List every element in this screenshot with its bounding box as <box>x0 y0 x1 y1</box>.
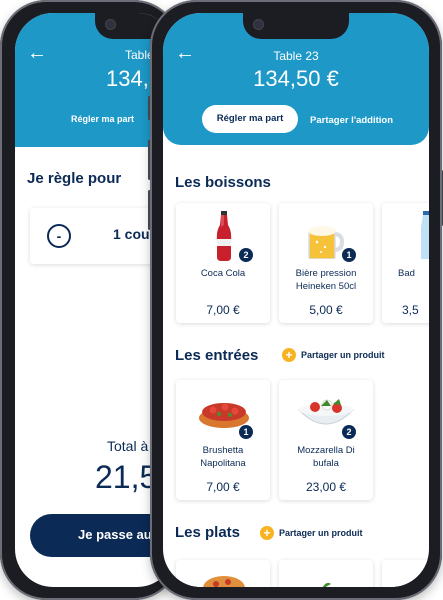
product-card-plat-2[interactable] <box>279 560 373 587</box>
tab-partager-addition[interactable]: Partager l'addition <box>310 115 393 126</box>
back-tab-regler[interactable]: Régler ma part <box>71 114 134 124</box>
product-card-plat-1[interactable] <box>176 560 270 587</box>
section-title-plats: Les plats <box>175 524 241 541</box>
product-price: 3,5 <box>402 303 419 317</box>
coca-cola-bottle-icon <box>216 211 232 261</box>
product-card-plat-3[interactable] <box>382 560 429 587</box>
front-phone: ← Table 23 134,50 € Régler ma part Parta… <box>150 0 442 600</box>
quantity-badge: 1 <box>342 248 356 262</box>
back-section-title: Je règle pour <box>27 170 122 187</box>
beer-mug-icon <box>308 226 345 259</box>
share-product-button[interactable]: + Partager un produit <box>282 348 385 362</box>
quantity-badge: 2 <box>342 425 356 439</box>
back-arrow-icon[interactable]: ← <box>27 42 47 65</box>
front-phone-screen: ← Table 23 134,50 € Régler ma part Parta… <box>163 13 429 587</box>
product-price: 5,00 € <box>309 303 343 317</box>
product-card-brushetta[interactable]: 1 Brushetta Napolitana 7,00 € <box>176 380 270 500</box>
share-product-label: Partager un produit <box>279 528 363 538</box>
stepper-value: 1 cou <box>113 226 150 242</box>
front-camera-icon <box>253 19 264 30</box>
product-card-biere[interactable]: 1 Bière pression Heineken 50cl 5,00 € <box>279 203 373 323</box>
tab-regler-ma-part[interactable]: Régler ma part <box>202 105 298 133</box>
section-title-entrees: Les entrées <box>175 347 259 364</box>
product-price: 23,00 € <box>305 480 347 494</box>
back-total-label: Total à <box>107 438 149 454</box>
quantity-badge: 2 <box>239 248 253 262</box>
product-name: Mozzarella Di bufala <box>297 445 355 469</box>
front-notch <box>243 13 349 39</box>
minus-button[interactable]: - <box>47 224 71 248</box>
share-product-label: Partager un produit <box>301 350 385 360</box>
back-camera-icon <box>105 19 116 30</box>
plus-icon: + <box>282 348 296 362</box>
back-total-amount: 21,5 <box>95 459 158 495</box>
section-title-boissons: Les boissons <box>175 174 271 191</box>
back-cta-label: Je passe au <box>78 527 152 542</box>
share-product-button[interactable]: + Partager un produit <box>260 526 363 540</box>
water-bottle-icon <box>421 211 429 259</box>
product-name: Bière pression Heineken 50cl <box>295 268 357 292</box>
pizza-icon <box>203 576 245 587</box>
plus-icon: + <box>260 526 274 540</box>
product-card-mozzarella[interactable]: 2 Mozzarella Di bufala 23,00 € <box>279 380 373 500</box>
product-name: Coca Cola <box>200 268 246 279</box>
product-name: Bad <box>398 268 415 279</box>
product-card-coca-cola[interactable]: 2 Coca Cola 7,00 € <box>176 203 270 323</box>
herb-garnish-icon <box>322 582 331 587</box>
product-price: 7,00 € <box>206 480 240 494</box>
product-price: 7,00 € <box>206 303 240 317</box>
table-title: Table 23 <box>273 49 319 63</box>
product-card-badoit[interactable]: Bad 3,5 <box>382 203 429 323</box>
product-name: Brushetta Napolitana <box>200 445 246 469</box>
quantity-badge: 1 <box>239 425 253 439</box>
table-amount: 134,50 € <box>253 66 339 91</box>
